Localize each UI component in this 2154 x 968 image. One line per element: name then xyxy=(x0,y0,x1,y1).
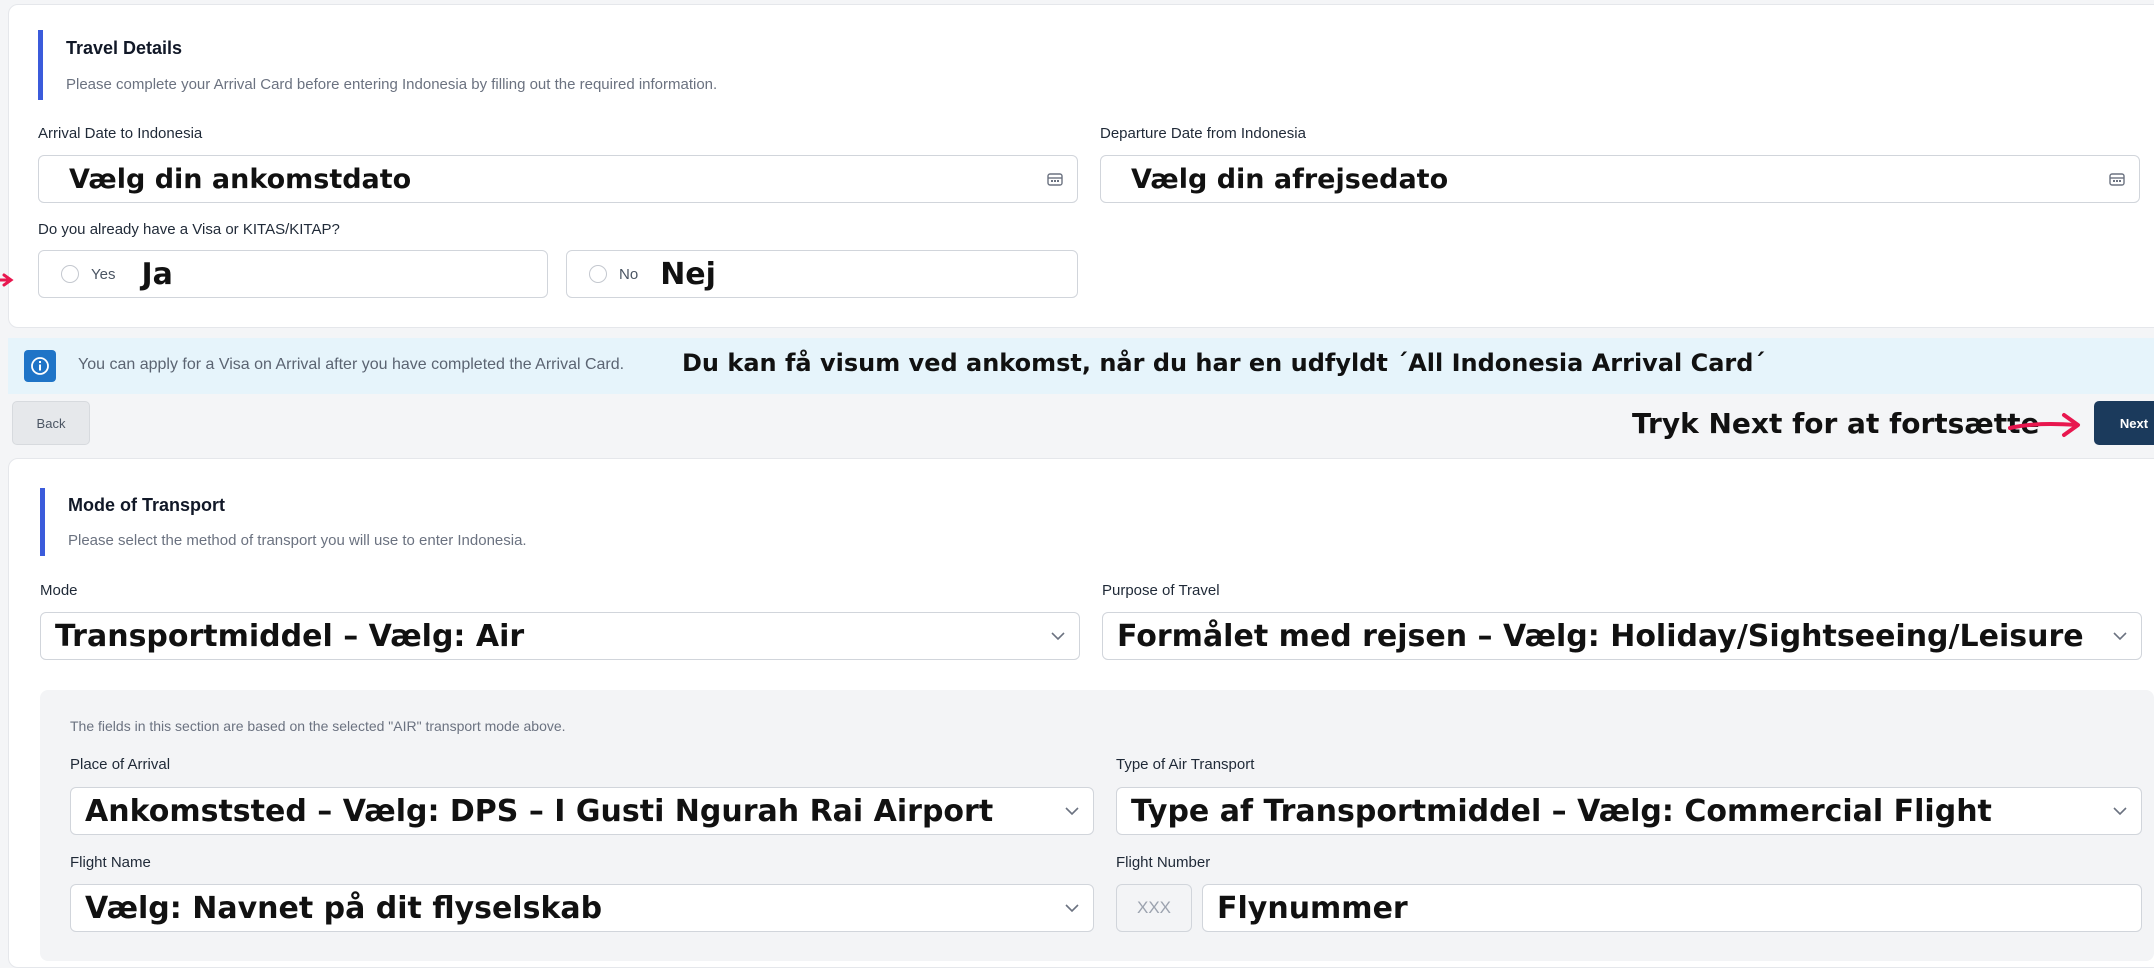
travel-accent-bar xyxy=(38,30,43,100)
purpose-annotation: Formålet med rejsen – Vælg: Holiday/Sigh… xyxy=(1117,618,2084,654)
purpose-select[interactable]: Formålet med rejsen – Vælg: Holiday/Sigh… xyxy=(1102,612,2142,660)
flight-number-label: Flight Number xyxy=(1116,854,1211,871)
travel-title: Travel Details xyxy=(66,38,183,58)
info-text: You can apply for a Visa on Arrival afte… xyxy=(78,356,625,373)
transport-title: Mode of Transport xyxy=(68,495,225,515)
air-type-label: Type of Air Transport xyxy=(1116,756,1255,773)
visa-no-option[interactable]: No Nej xyxy=(566,250,1078,298)
transport-subtitle: Please select the method of transport yo… xyxy=(68,532,527,549)
air-type-annotation: Type af Transportmiddel – Vælg: Commerci… xyxy=(1131,793,1992,829)
transport-accent-bar xyxy=(40,488,45,556)
visa-yes-option[interactable]: Yes Ja xyxy=(38,250,548,298)
info-annotation: Du kan få visum ved ankomst, når du har … xyxy=(682,349,1766,377)
departure-date-label: Departure Date from Indonesia xyxy=(1100,125,1306,142)
chevron-down-icon[interactable] xyxy=(1065,806,1079,816)
yes-radio[interactable] xyxy=(61,265,79,283)
yes-label: Yes xyxy=(91,265,116,283)
arrival-date-label: Arrival Date to Indonesia xyxy=(38,125,203,142)
back-button[interactable]: Back xyxy=(12,401,90,445)
mode-annotation: Transportmiddel – Vælg: Air xyxy=(55,618,525,654)
chevron-down-icon[interactable] xyxy=(2113,806,2127,816)
flight-name-label: Flight Name xyxy=(70,854,151,871)
mode-select[interactable]: Transportmiddel – Vælg: Air xyxy=(40,612,1080,660)
calendar-icon[interactable] xyxy=(1047,172,1063,186)
arrival-date-field[interactable]: Vælg din ankomstdato xyxy=(38,155,1078,203)
visa-question-label: Do you already have a Visa or KITAS/KITA… xyxy=(38,221,340,238)
place-label: Place of Arrival xyxy=(70,756,171,773)
flight-name-annotation: Vælg: Navnet på dit flyselskab xyxy=(85,890,603,926)
chevron-down-icon[interactable] xyxy=(1051,631,1065,641)
yes-annotation: Ja xyxy=(141,256,173,292)
flight-name-select[interactable]: Vælg: Navnet på dit flyselskab xyxy=(70,884,1094,932)
purpose-label: Purpose of Travel xyxy=(1102,582,1220,599)
place-annotation: Ankomststed – Vælg: DPS – I Gusti Ngurah… xyxy=(85,793,994,829)
air-type-select[interactable]: Type af Transportmiddel – Vælg: Commerci… xyxy=(1116,787,2142,835)
flight-number-prefix: XXX xyxy=(1116,884,1192,932)
no-label: No xyxy=(619,265,639,283)
next-annotation: Tryk Next for at fortsætte xyxy=(1632,407,2040,440)
departure-date-annotation: Vælg din afrejsedato xyxy=(1131,163,1449,195)
pointer-arrow-icon xyxy=(0,273,14,287)
next-button[interactable]: Next xyxy=(2094,401,2154,445)
place-select[interactable]: Ankomststed – Vælg: DPS – I Gusti Ngurah… xyxy=(70,787,1094,835)
arrival-date-annotation: Vælg din ankomstdato xyxy=(69,163,412,195)
chevron-down-icon[interactable] xyxy=(1065,903,1079,913)
no-radio[interactable] xyxy=(589,265,607,283)
flight-number-annotation: Flynummer xyxy=(1217,890,1408,926)
flight-number-input[interactable]: Flynummer xyxy=(1202,884,2142,932)
departure-date-field[interactable]: Vælg din afrejsedato xyxy=(1100,155,2140,203)
info-icon xyxy=(24,350,56,382)
chevron-down-icon[interactable] xyxy=(2113,631,2127,641)
calendar-icon[interactable] xyxy=(2109,172,2125,186)
mode-label: Mode xyxy=(40,582,78,599)
travel-subtitle: Please complete your Arrival Card before… xyxy=(66,76,718,93)
arrow-right-icon xyxy=(2008,413,2080,437)
no-annotation: Nej xyxy=(660,256,716,292)
air-section-note: The fields in this section are based on … xyxy=(70,718,566,734)
